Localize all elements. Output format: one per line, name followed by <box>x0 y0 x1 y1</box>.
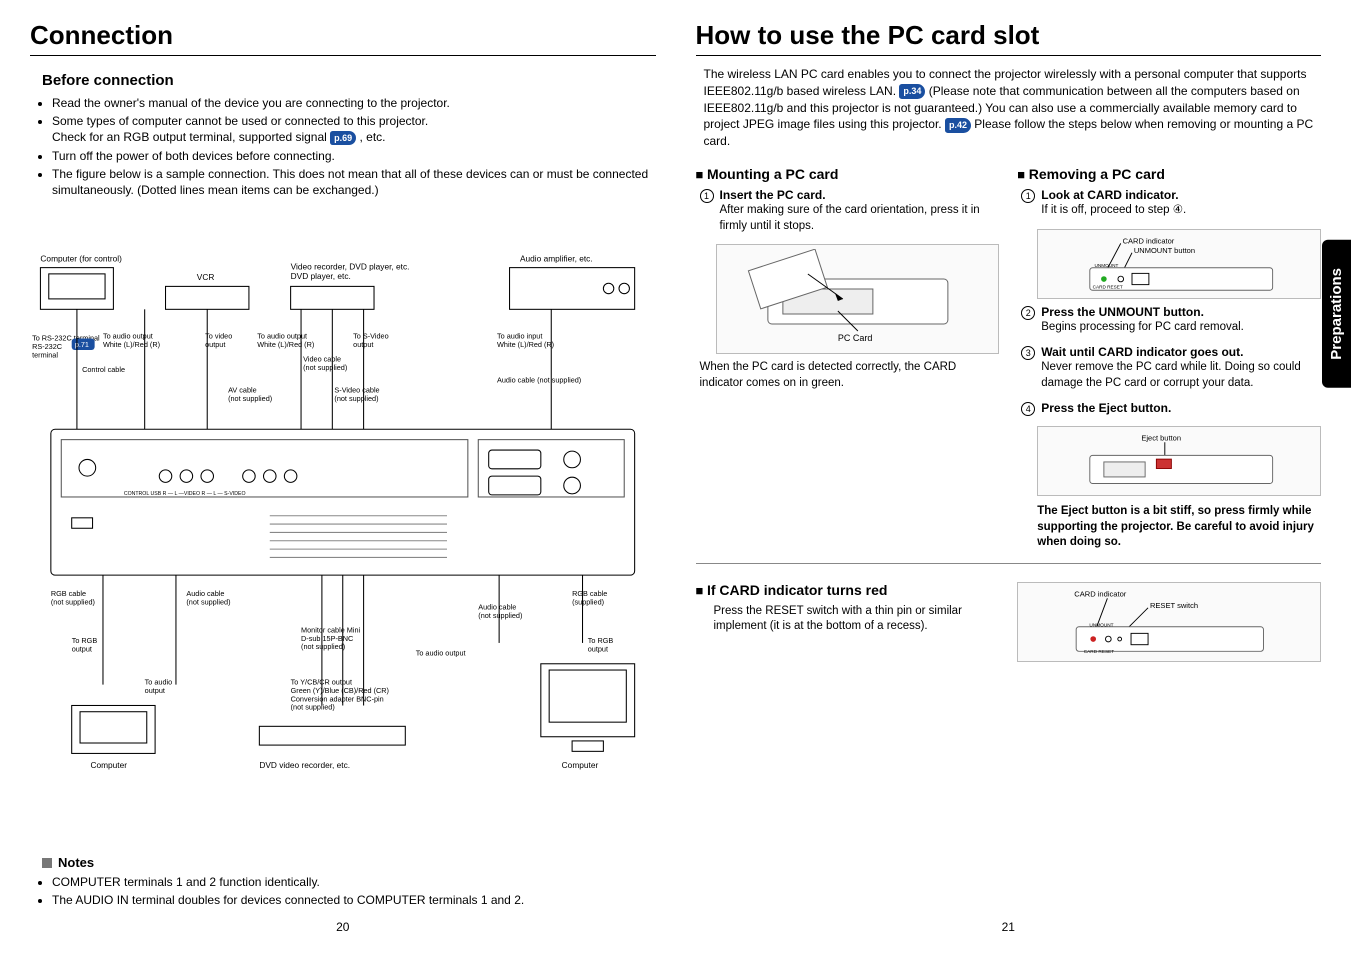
right-page-number: 21 <box>1002 920 1015 934</box>
mount-detected-text: When the PC card is detected correctly, … <box>700 360 1000 391</box>
step-body: Never remove the PC card while lit. Doin… <box>1041 360 1321 391</box>
svg-text:CARD RESET: CARD RESET <box>1093 284 1123 289</box>
eject-warning: The Eject button is a bit stiff, so pres… <box>1037 504 1321 551</box>
step-title: Insert the PC card. <box>720 188 826 202</box>
step-body: Begins processing for PC card removal. <box>1041 320 1321 336</box>
notes-heading: Notes <box>42 855 656 870</box>
svg-text:terminal: terminal <box>32 350 58 359</box>
step-number-icon: 3 <box>1021 346 1035 360</box>
right-page: How to use the PC card slot The wireless… <box>696 20 1322 934</box>
svg-text:(not supplied): (not supplied) <box>51 597 95 606</box>
before-bullets: Read the owner's manual of the device yo… <box>52 95 656 200</box>
svg-text:(not supplied): (not supplied) <box>291 703 335 712</box>
card-indicator-diagram: CARD indicator UNMOUNT button UNMOUNT CA… <box>1037 229 1321 299</box>
bullet: Some types of computer cannot be used or… <box>52 113 656 145</box>
svg-text:CARD RESET: CARD RESET <box>1084 649 1115 655</box>
removing-heading: Removing a PC card <box>1017 166 1321 182</box>
red-diagram-column: CARD indicator RESET switch UNMOUNT CARD… <box>1017 576 1321 668</box>
svg-text:(not supplied): (not supplied) <box>186 597 230 606</box>
svg-text:(not supplied): (not supplied) <box>228 394 272 403</box>
red-heading: If CARD indicator turns red <box>696 582 1000 598</box>
svg-text:White (L)/Red (R): White (L)/Red (R) <box>497 340 554 349</box>
red-body: Press the RESET switch with a thin pin o… <box>714 604 1000 635</box>
reset-diagram: CARD indicator RESET switch UNMOUNT CARD… <box>1017 582 1321 662</box>
svg-text:Control cable: Control cable <box>82 365 125 374</box>
step-body: If it is off, proceed to step ④. <box>1041 203 1321 219</box>
svg-text:(supplied): (supplied) <box>572 597 604 606</box>
svg-text:White (L)/Red (R): White (L)/Red (R) <box>103 340 160 349</box>
svg-text:Audio amplifier, etc.: Audio amplifier, etc. <box>520 253 593 263</box>
svg-text:CARD indicator: CARD indicator <box>1075 589 1127 598</box>
left-title: Connection <box>30 20 656 56</box>
section-tab: Preparations <box>1322 240 1351 388</box>
svg-text:RESET switch: RESET switch <box>1150 600 1198 609</box>
svg-text:output: output <box>588 644 608 653</box>
page-ref-icon: p.69 <box>330 131 356 145</box>
svg-text:VCR: VCR <box>197 272 215 282</box>
svg-text:Audio cable (not supplied): Audio cable (not supplied) <box>497 375 581 384</box>
red-indicator-column: If CARD indicator turns red Press the RE… <box>696 576 1000 668</box>
notes-list: COMPUTER terminals 1 and 2 function iden… <box>52 874 656 910</box>
svg-text:DVD player, etc.: DVD player, etc. <box>291 271 351 281</box>
before-heading: Before connection <box>42 72 656 89</box>
bullet: Read the owner's manual of the device yo… <box>52 95 656 111</box>
eject-diagram: Eject button <box>1037 426 1321 496</box>
page-ref-icon: p.34 <box>899 84 925 99</box>
step-title: Press the Eject button. <box>1041 401 1171 415</box>
svg-text:DVD video recorder, etc.: DVD video recorder, etc. <box>259 760 350 770</box>
connection-diagram: Computer (for control) VCR Video recorde… <box>30 216 656 841</box>
svg-text:UNMOUNT button: UNMOUNT button <box>1134 245 1195 254</box>
step-title: Look at CARD indicator. <box>1041 188 1178 202</box>
mounting-column: Mounting a PC card 1 Insert the PC card.… <box>696 160 1000 551</box>
svg-text:CARD indicator: CARD indicator <box>1123 236 1175 245</box>
left-page: Connection Before connection Read the ow… <box>30 20 656 934</box>
label: Computer (for control) <box>40 253 122 263</box>
svg-text:UNMOUNT: UNMOUNT <box>1095 262 1119 267</box>
svg-text:PC Card: PC Card <box>837 333 872 343</box>
step-body: After making sure of the card orientatio… <box>720 203 1000 234</box>
step-number-icon: 1 <box>1021 189 1035 203</box>
mounting-heading: Mounting a PC card <box>696 166 1000 182</box>
divider <box>696 563 1322 564</box>
right-title: How to use the PC card slot <box>696 20 1322 56</box>
svg-text:To audio output: To audio output <box>416 649 466 658</box>
bullet: The figure below is a sample connection.… <box>52 166 656 198</box>
svg-text:(not supplied): (not supplied) <box>303 363 347 372</box>
svg-text:(not supplied): (not supplied) <box>478 611 522 620</box>
svg-text:UNMOUNT: UNMOUNT <box>1090 622 1114 628</box>
pc-card-diagram: PC Card <box>716 244 1000 354</box>
step-number-icon: 2 <box>1021 306 1035 320</box>
step-number-icon: 1 <box>700 189 714 203</box>
svg-text:Computer: Computer <box>562 760 599 770</box>
pc-card-intro: The wireless LAN PC card enables you to … <box>704 66 1322 150</box>
svg-text:(not supplied): (not supplied) <box>334 394 378 403</box>
svg-text:White (L)/Red (R): White (L)/Red (R) <box>257 340 314 349</box>
svg-text:output: output <box>72 644 92 653</box>
page-ref-icon: p.42 <box>945 118 971 133</box>
svg-text:Eject button: Eject button <box>1142 433 1182 442</box>
svg-text:(not supplied): (not supplied) <box>301 642 345 651</box>
bullet: Turn off the power of both devices befor… <box>52 148 656 164</box>
svg-text:output: output <box>205 340 225 349</box>
step-number-icon: 4 <box>1021 402 1035 416</box>
note-item: The AUDIO IN terminal doubles for device… <box>52 892 656 908</box>
left-page-number: 20 <box>336 920 349 934</box>
step-title: Wait until CARD indicator goes out. <box>1041 345 1243 359</box>
note-item: COMPUTER terminals 1 and 2 function iden… <box>52 874 656 890</box>
svg-text:output: output <box>145 686 165 695</box>
svg-text:Computer: Computer <box>90 760 127 770</box>
removing-column: Removing a PC card 1 Look at CARD indicat… <box>1017 160 1321 551</box>
svg-text:CONTROL USB R — L —VI: CONTROL USB R — L —VIDEO R — L — S-VIDEO <box>124 491 246 497</box>
step-title: Press the UNMOUNT button. <box>1041 305 1204 319</box>
